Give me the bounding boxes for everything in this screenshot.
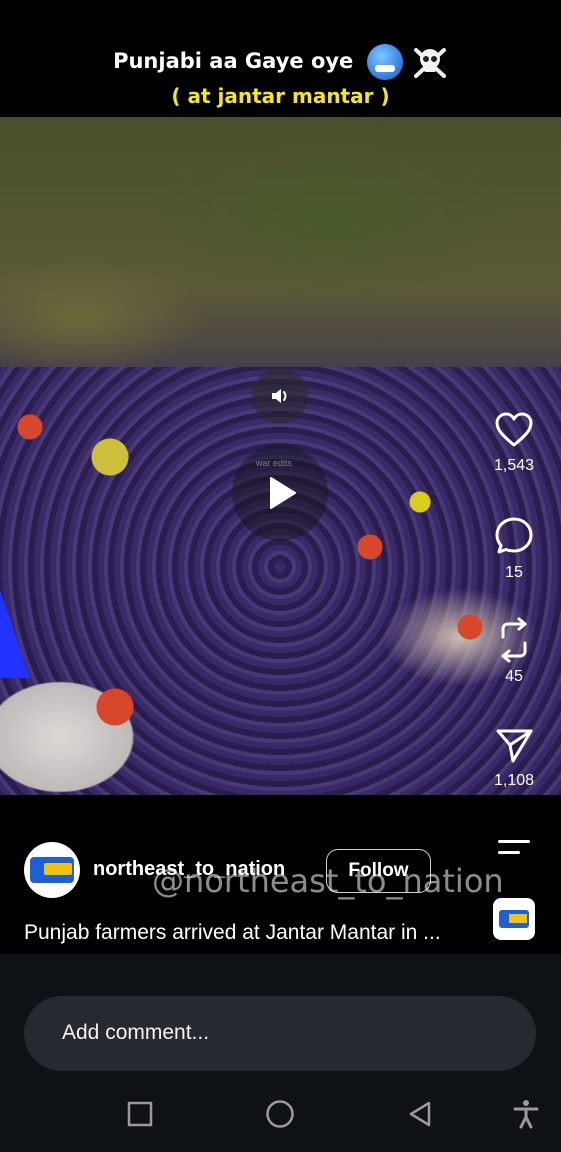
caption-line-1: Punjabi aa Gaye oye: [0, 44, 561, 80]
comment-bubble-icon: [495, 517, 533, 554]
video-caption: Punjabi aa Gaye oye ( at jantar mantar ): [0, 0, 561, 117]
back-button[interactable]: [400, 1094, 440, 1134]
share-count: 1,108: [493, 772, 535, 789]
speaker-icon: [272, 389, 287, 403]
accessibility-icon: [513, 1100, 539, 1129]
home-button[interactable]: [260, 1094, 300, 1134]
repost-button[interactable]: 45: [484, 617, 544, 686]
circle-icon: [266, 1100, 294, 1128]
send-icon: [496, 729, 533, 763]
mute-button[interactable]: [252, 368, 308, 424]
video-frame-crowd: [0, 367, 561, 795]
caption-line-2: ( at jantar mantar ): [171, 84, 390, 108]
like-button[interactable]: 1,543: [484, 410, 544, 475]
audio-thumbnail[interactable]: [493, 898, 535, 940]
play-icon: [270, 477, 296, 509]
post-description[interactable]: Punjab farmers arrived at Jantar Mantar …: [24, 921, 441, 945]
comment-count: 15: [505, 564, 523, 581]
share-button[interactable]: 1,108: [484, 725, 544, 790]
more-options-icon[interactable]: [498, 840, 530, 862]
avatar[interactable]: [24, 842, 80, 898]
repost-count: 45: [505, 668, 523, 685]
back-triangle-icon: [409, 1101, 431, 1127]
handle-watermark: @northeast_to_nation: [152, 862, 504, 900]
avatar-logo: [30, 857, 74, 883]
play-button[interactable]: [232, 445, 328, 541]
comment-button[interactable]: 15: [484, 515, 544, 582]
like-count: 1,543: [493, 457, 535, 474]
recent-apps-button[interactable]: [120, 1094, 160, 1134]
audio-logo: [499, 910, 529, 928]
caption-text-1: Punjabi aa Gaye oye: [113, 49, 354, 73]
freezing-face-icon: [366, 44, 403, 80]
square-icon: [127, 1101, 153, 1127]
comment-placeholder: Add comment...: [62, 1021, 210, 1044]
heart-icon: [495, 412, 533, 447]
accessibility-button[interactable]: [506, 1094, 546, 1134]
skull-crossbones-icon: [412, 44, 448, 80]
repost-icon: [501, 617, 527, 663]
